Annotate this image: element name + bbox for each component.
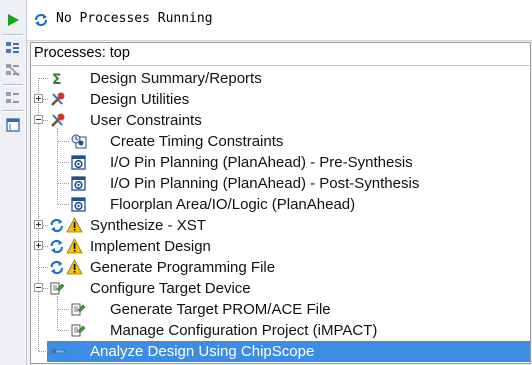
process-item[interactable]: User Constraints [31,110,530,131]
process-item-label: Configure Target Device [90,280,251,297]
process-item[interactable]: Analyze Design Using ChipScope [31,341,530,362]
timing-icon [71,134,87,149]
rerun-button[interactable] [3,38,23,58]
process-item[interactable]: Configure Target Device [31,278,530,299]
svg-text:Σ: Σ [52,72,62,87]
refresh-icon [50,239,64,254]
planahead-icon [71,197,86,212]
tree-line [39,78,48,79]
process-item-label: Generate Programming File [90,259,276,276]
warning-icon [66,217,83,233]
sigma-icon: Σ [52,72,62,87]
toolbar-separator [3,34,23,36]
collapse-icon[interactable] [34,115,43,124]
rerun-icon [6,42,19,53]
process-item[interactable]: Manage Configuration Project (iMPACT) [31,320,530,341]
refresh-icon [34,13,48,27]
process-item[interactable]: Design Utilities [31,89,530,110]
tools-icon [51,92,65,106]
status-bar: No Processes Running [27,0,532,41]
stop-icon [6,92,19,103]
run-button[interactable] [3,10,23,30]
process-item-label: I/O Pin Planning (PlanAhead) - Pre-Synth… [110,154,413,171]
expand-icon[interactable] [34,241,43,250]
warning-icon [66,259,83,275]
process-item[interactable]: Generate Programming File [31,257,530,278]
tree-line [39,267,48,268]
warning-icon [66,238,83,254]
process-item-label: I/O Pin Planning (PlanAhead) - Post-Synt… [110,175,420,192]
expand-icon[interactable] [34,220,43,229]
run-icon [8,14,19,26]
process-item[interactable]: Synthesize - XST [31,215,530,236]
device-icon [50,282,65,295]
process-item-label: Analyze Design Using ChipScope [90,343,315,360]
process-item[interactable]: Floorplan Area/IO/Logic (PlanAhead) [31,194,530,215]
process-item-label: Implement Design [90,238,211,255]
process-item-label: Design Utilities [90,91,190,108]
tree-line [58,204,69,205]
process-tree: Σ Design Summary/Reports Design Utilities U… [31,43,530,363]
process-item[interactable]: Σ Design Summary/Reports [31,68,530,89]
properties-icon [6,118,20,132]
expand-icon[interactable] [34,94,43,103]
rerun-all-button[interactable] [3,60,23,80]
process-item[interactable]: Create Timing Constraints [31,131,530,152]
process-item-label: Create Timing Constraints [110,133,284,150]
tree-line [58,141,69,142]
refresh-icon [50,218,64,233]
process-toolbar [0,0,27,365]
tree-line [39,351,48,352]
rerun-all-icon [6,63,20,77]
refresh-icon [50,260,64,275]
process-item[interactable]: I/O Pin Planning (PlanAhead) - Post-Synt… [31,173,530,194]
collapse-icon[interactable] [34,283,43,292]
process-item[interactable]: Implement Design [31,236,530,257]
toolbar-separator [3,110,23,112]
planahead-icon [71,155,86,170]
toolbar-separator [3,84,23,86]
process-item-label: Manage Configuration Project (iMPACT) [110,322,378,339]
tree-line [58,162,69,163]
tools-icon [51,113,65,127]
planahead-icon [71,176,86,191]
process-item[interactable]: Generate Target PROM/ACE File [31,299,530,320]
tree-line [58,309,69,310]
tree-line [58,183,69,184]
process-item-label: Design Summary/Reports [90,70,262,87]
process-item-label: Generate Target PROM/ACE File [110,301,331,318]
status-text: No Processes Running [56,11,213,26]
device-icon [71,324,86,337]
process-item-label: User Constraints [90,112,202,129]
process-item[interactable]: I/O Pin Planning (PlanAhead) - Pre-Synth… [31,152,530,173]
device-icon [71,303,86,316]
tree-line [58,330,69,331]
processes-panel: Processes: top Σ Design Summary/Reports De… [30,42,531,364]
process-item-label: Synthesize - XST [90,217,206,234]
process-item-label: Floorplan Area/IO/Logic (PlanAhead) [110,196,356,213]
properties-button[interactable] [3,115,23,135]
chipscope-icon [51,349,66,354]
stop-button[interactable] [3,88,23,108]
